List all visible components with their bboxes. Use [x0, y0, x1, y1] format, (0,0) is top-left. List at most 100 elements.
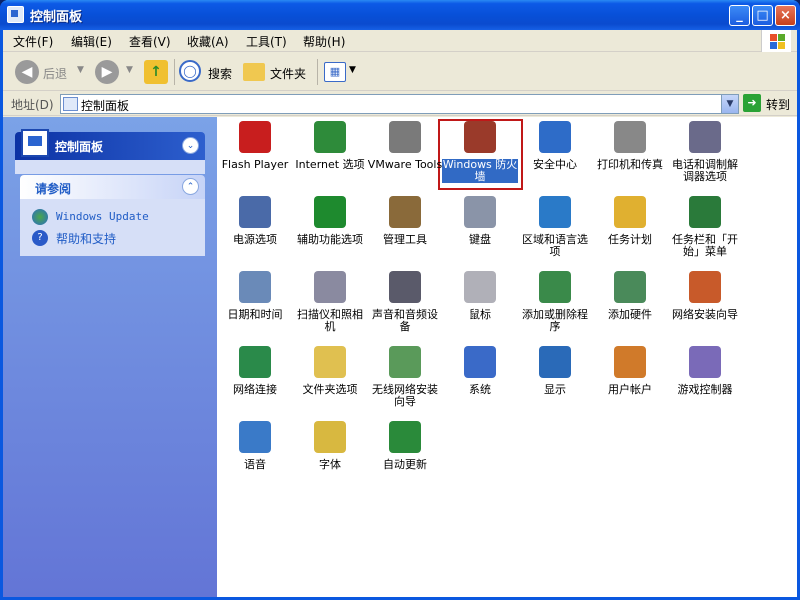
item-label: Internet 选项: [295, 158, 365, 171]
views-icon[interactable]: ▦: [324, 62, 346, 82]
item-label: Windows 防火墙: [442, 158, 518, 183]
item-label: 显示: [544, 383, 566, 396]
user-accounts-icon: [614, 346, 646, 378]
mouse-icon: [464, 271, 496, 303]
control-panel-item[interactable]: 系统: [442, 346, 518, 396]
control-panel-item[interactable]: 日期和时间: [217, 271, 293, 321]
control-panel-item[interactable]: 自动更新: [367, 421, 443, 471]
control-panel-item[interactable]: 键盘: [442, 196, 518, 246]
address-dropdown-icon[interactable]: ▼: [721, 95, 738, 113]
collapse-chevron-icon[interactable]: ⌄: [182, 137, 199, 154]
folders-button[interactable]: 文件夹: [270, 65, 306, 82]
address-value[interactable]: 控制面板: [81, 97, 129, 114]
item-label: 键盘: [469, 233, 491, 246]
back-button[interactable]: 后退: [43, 65, 67, 82]
keyboard-icon: [464, 196, 496, 228]
menu-view[interactable]: 查看(V): [129, 33, 171, 50]
control-panel-item[interactable]: 网络连接: [217, 346, 293, 396]
control-panel-item[interactable]: 区域和语言选项: [517, 196, 593, 258]
control-panel-section-header[interactable]: 控制面板 ⌄: [15, 129, 205, 160]
firewall-icon: [464, 121, 496, 153]
control-panel-item[interactable]: 鼠标: [442, 271, 518, 321]
see-also-title: 请参阅: [35, 182, 72, 196]
control-panel-item[interactable]: 任务栏和「开始」菜单: [667, 196, 743, 258]
go-button[interactable]: 转到: [766, 96, 790, 113]
up-folder-icon[interactable]: ↑: [144, 60, 168, 84]
flash-icon: [239, 121, 271, 153]
security-center-icon: [539, 121, 571, 153]
views-dropdown-icon[interactable]: ▼: [349, 65, 356, 75]
automatic-updates-icon: [389, 421, 421, 453]
control-panel-item[interactable]: 字体: [292, 421, 368, 471]
forward-dropdown-icon[interactable]: ▼: [126, 65, 133, 75]
item-label: 区域和语言选项: [522, 233, 588, 258]
see-also-header[interactable]: 请参阅 ⌃: [20, 175, 205, 199]
menu-edit[interactable]: 编辑(E): [71, 33, 112, 50]
menu-tools[interactable]: 工具(T): [246, 33, 287, 50]
address-bar: 地址(D) 控制面板 ▼ ➜ 转到: [3, 92, 797, 116]
search-icon[interactable]: ◯: [179, 60, 201, 82]
item-label: 添加或删除程序: [522, 308, 588, 333]
control-panel-item[interactable]: 任务计划: [592, 196, 668, 246]
control-panel-item[interactable]: 辅助功能选项: [292, 196, 368, 246]
menu-favorites[interactable]: 收藏(A): [187, 33, 229, 50]
control-panel-item[interactable]: 安全中心: [517, 121, 593, 171]
windows-logo-icon: [761, 30, 791, 52]
control-panel-item[interactable]: 无线网络安装向导: [367, 346, 443, 408]
control-panel-item[interactable]: 用户帐户: [592, 346, 668, 396]
control-panel-item[interactable]: 语音: [217, 421, 293, 471]
control-panel-item[interactable]: 声音和音频设备: [367, 271, 443, 333]
toolbar: ◀ 后退 ▼ ▶ ▼ ↑ ◯ 搜索 文件夹 ▦ ▼: [3, 53, 797, 91]
item-label: 扫描仪和照相机: [297, 308, 363, 333]
control-panel-item[interactable]: Windows 防火墙: [442, 121, 518, 183]
control-panel-item[interactable]: 游戏控制器: [667, 346, 743, 396]
item-label: 电源选项: [233, 233, 277, 246]
window-title: 控制面板: [30, 10, 83, 25]
control-panel-item[interactable]: 添加硬件: [592, 271, 668, 321]
title-bar[interactable]: 控制面板 _ □ ×: [0, 0, 800, 30]
help-support-link[interactable]: 帮助和支持: [56, 230, 116, 247]
menu-help[interactable]: 帮助(H): [303, 33, 345, 50]
control-panel-item[interactable]: 文件夹选项: [292, 346, 368, 396]
control-panel-item[interactable]: VMware Tools: [367, 121, 443, 171]
control-panel-item[interactable]: 打印机和传真: [592, 121, 668, 171]
control-panel-item[interactable]: 管理工具: [367, 196, 443, 246]
item-label: 打印机和传真: [597, 158, 663, 171]
item-label: 声音和音频设备: [372, 308, 438, 333]
system-icon: [464, 346, 496, 378]
internet-options-icon: [314, 121, 346, 153]
back-dropdown-icon[interactable]: ▼: [77, 65, 84, 75]
network-connections-icon: [239, 346, 271, 378]
globe-icon: [539, 196, 571, 228]
address-label: 地址(D): [11, 98, 54, 112]
item-label: 日期和时间: [227, 308, 283, 321]
control-panel-item[interactable]: Internet 选项: [292, 121, 368, 171]
menu-file[interactable]: 文件(F): [13, 33, 53, 50]
maximize-button[interactable]: □: [752, 5, 773, 26]
item-label: 自动更新: [383, 458, 427, 471]
folders-icon[interactable]: [243, 63, 265, 81]
close-button[interactable]: ×: [775, 5, 796, 26]
network-setup-icon: [689, 271, 721, 303]
forward-arrow-icon[interactable]: ▶: [95, 60, 119, 84]
menu-bar: 文件(F) 编辑(E) 查看(V) 收藏(A) 工具(T) 帮助(H): [3, 30, 797, 52]
search-button[interactable]: 搜索: [208, 65, 232, 82]
control-panel-item[interactable]: 电源选项: [217, 196, 293, 246]
back-arrow-icon[interactable]: ◀: [15, 60, 39, 84]
item-label: Flash Player: [221, 158, 289, 171]
item-label: 任务栏和「开始」菜单: [672, 233, 738, 258]
control-panel-item[interactable]: 添加或删除程序: [517, 271, 593, 333]
control-panel-item[interactable]: 网络安装向导: [667, 271, 743, 321]
folder-options-icon: [314, 346, 346, 378]
control-panel-item[interactable]: Flash Player: [217, 121, 293, 171]
minimize-button[interactable]: _: [729, 5, 750, 26]
control-panel-item[interactable]: 电话和调制解调器选项: [667, 121, 743, 183]
collapse-chevron-icon[interactable]: ⌃: [182, 178, 199, 195]
windows-update-link[interactable]: Windows Update: [56, 210, 149, 223]
wireless-icon: [389, 346, 421, 378]
address-input[interactable]: 控制面板 ▼: [60, 94, 739, 114]
go-arrow-icon[interactable]: ➜: [743, 94, 761, 112]
control-panel-item[interactable]: 显示: [517, 346, 593, 396]
control-panel-item[interactable]: 扫描仪和照相机: [292, 271, 368, 333]
control-panel-icon: [7, 6, 24, 23]
